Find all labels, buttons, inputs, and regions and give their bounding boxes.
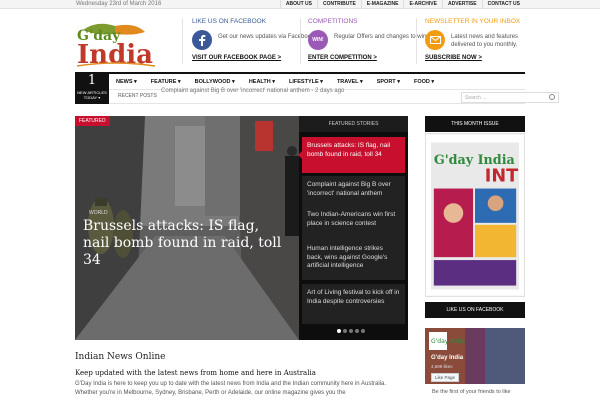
visit-facebook-link[interactable]: VISIT OUR FACEBOOK PAGE > (192, 55, 281, 61)
featured-stories-title: FEATURED STORIES (299, 116, 408, 132)
nav-item-sport[interactable]: SPORT ▾ (370, 74, 407, 89)
slider-pagination (337, 329, 365, 333)
envelope-icon (425, 30, 445, 50)
featured-story-item[interactable]: Brussels attacks: IS flag, nail bomb fou… (298, 137, 405, 173)
competitions-promo: COMPETITIONS WIN! Regular Offers and cha… (308, 18, 426, 61)
recent-post-ticker[interactable]: Complaint against Big B over 'incorrect'… (161, 87, 344, 95)
site-logo[interactable]: G'day India (75, 20, 170, 68)
facebook-note: Be the first of your friends to like (432, 389, 511, 395)
featured-story-item[interactable]: Two Indian-Americans win first place in … (302, 206, 405, 242)
slider-dot[interactable] (343, 329, 347, 333)
featured-slider[interactable]: FEATURED WORLD Brussels attacks: IS flag… (75, 116, 408, 340)
facebook-icon (192, 30, 212, 50)
facebook-logo: G'day India (431, 338, 465, 345)
slider-dot[interactable] (349, 329, 353, 333)
nav-item-news[interactable]: NEWS ▾ (109, 74, 144, 89)
divider (300, 18, 301, 64)
newsletter-desc: Latest news and features delivered to yo… (451, 34, 519, 48)
top-link-advertise[interactable]: ADVERTISE (441, 0, 482, 9)
top-bar: Wednesday 23rd of March 2016 ABOUT US CO… (0, 0, 600, 9)
top-link-contribute[interactable]: CONTRIBUTE (317, 0, 361, 9)
search-icon[interactable] (549, 94, 555, 100)
top-nav: ABOUT US CONTRIBUTE E-MAGAZINE E-ARCHIVE… (279, 0, 525, 9)
main-navbar: 1 NEW ARTICLES TODAY ▾ NEWS ▾ FEATURE ▾ … (75, 72, 559, 104)
slider-dot[interactable] (355, 329, 359, 333)
newsletter-title: NEWSLETTER IN YOUR INBOX (425, 18, 521, 25)
search-input[interactable]: Search ... (461, 92, 559, 103)
win-icon: WIN! (308, 30, 328, 50)
recent-posts-label: RECENT POSTS (118, 93, 157, 99)
featured-story-item[interactable]: Human intelligence strikes back, wins ag… (302, 240, 405, 280)
divider (182, 18, 183, 64)
slider-dot[interactable] (361, 329, 365, 333)
magazine-cover[interactable]: G'day India INT (425, 133, 525, 297)
facebook-widget-header: LIKE US ON FACEBOOK (425, 302, 525, 318)
slider-dot[interactable] (337, 329, 341, 333)
featured-tag: FEATURED (75, 116, 110, 126)
top-link-about[interactable]: ABOUT US (279, 0, 317, 9)
subscribe-link[interactable]: SUBSCRIBE NOW > (425, 55, 482, 61)
section-subtitle: Keep updated with the latest news from h… (75, 369, 316, 377)
facebook-promo-title: LIKE US ON FACEBOOK (192, 18, 267, 25)
nav-item-food[interactable]: FOOD ▾ (407, 74, 441, 89)
newsletter-promo: NEWSLETTER IN YOUR INBOX Latest news and… (425, 18, 521, 61)
magazine-tag: INT (485, 167, 518, 187)
featured-story-item[interactable]: Art of Living festival to kick off in In… (302, 284, 405, 324)
facebook-page-name[interactable]: G'day India (431, 355, 463, 361)
section-title: Indian News Online (75, 352, 166, 362)
recent-posts-bar: RECENT POSTS Complaint against Big B ove… (109, 87, 559, 104)
facebook-like-count: 4,699 likes (431, 364, 453, 369)
like-page-button[interactable]: Like Page (431, 373, 460, 382)
enter-competition-link[interactable]: ENTER COMPETITION > (308, 55, 377, 61)
new-articles-caption: NEW ARTICLES TODAY ▾ (77, 90, 107, 100)
search-placeholder: Search ... (465, 95, 487, 101)
divider (416, 18, 417, 64)
competitions-title: COMPETITIONS (308, 18, 358, 25)
featured-stories-panel: FEATURED STORIES Brussels attacks: IS fl… (298, 116, 408, 340)
top-link-emagazine[interactable]: E-MAGAZINE (360, 0, 404, 9)
facebook-widget[interactable]: G'day India G'day India 4,699 likes Like… (425, 328, 525, 384)
new-articles-badge[interactable]: 1 NEW ARTICLES TODAY ▾ (75, 72, 109, 104)
section-text: G'Day India is here to keep you up to da… (75, 381, 386, 396)
month-issue-header: THIS MONTH ISSUE (425, 116, 525, 132)
new-articles-count: 1 (87, 73, 97, 88)
slide-kicker: WORLD (89, 210, 108, 216)
facebook-promo: LIKE US ON FACEBOOK Get our news updates… (192, 18, 314, 61)
top-link-contact[interactable]: CONTACT US (481, 0, 525, 9)
top-link-earchive[interactable]: E-ARCHIVE (403, 0, 442, 9)
current-date: Wednesday 23rd of March 2016 (76, 1, 162, 7)
slide-title[interactable]: Brussels attacks: IS flag, nail bomb fou… (83, 218, 288, 269)
